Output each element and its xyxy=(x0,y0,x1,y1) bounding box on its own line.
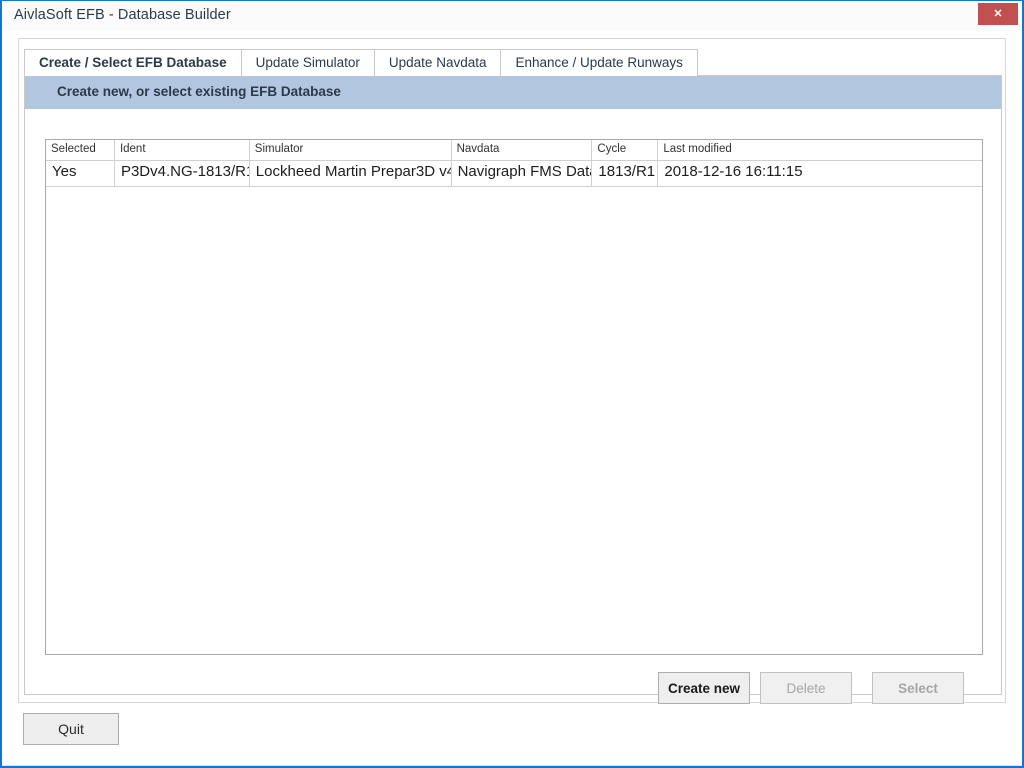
tab-enhance-update-runways[interactable]: Enhance / Update Runways xyxy=(500,49,698,76)
database-list-grid[interactable]: Selected Ident Simulator Navdata Cycle L… xyxy=(45,139,983,655)
tab-update-navdata[interactable]: Update Navdata xyxy=(373,49,502,76)
select-button[interactable]: Select xyxy=(872,672,964,704)
cell-last-modified: 2018-12-16 16:11:15 xyxy=(664,163,803,180)
column-header-ident[interactable]: Ident xyxy=(115,140,250,160)
client-area: Create / Select EFB Database Update Simu… xyxy=(2,31,1022,766)
application-window: AivlaSoft EFB - Database Builder ✕ Creat… xyxy=(0,0,1024,768)
delete-button[interactable]: Delete xyxy=(760,672,852,704)
column-header-simulator[interactable]: Simulator xyxy=(250,140,452,160)
tab-page-create-select: Create new, or select existing EFB Datab… xyxy=(24,75,1002,704)
cell-ident: P3Dv4.NG-1813/R1 xyxy=(115,161,250,186)
table-row[interactable]: Yes P3Dv4.NG-1813/R1 Lockheed Martin Pre… xyxy=(46,161,982,187)
cell-navdata: Navigraph FMS Data xyxy=(452,161,593,186)
tab-create-select-efb-database[interactable]: Create / Select EFB Database xyxy=(24,49,242,76)
column-header-last-modified[interactable]: Last modified xyxy=(658,140,982,160)
title-bar[interactable]: AivlaSoft EFB - Database Builder ✕ xyxy=(2,1,1022,32)
create-new-button[interactable]: Create new xyxy=(658,672,750,704)
close-icon[interactable]: ✕ xyxy=(978,3,1018,25)
column-header-cycle[interactable]: Cycle xyxy=(592,140,659,160)
main-panel: Create / Select EFB Database Update Simu… xyxy=(18,38,1006,704)
page-banner-label: Create new, or select existing EFB Datab… xyxy=(57,84,341,99)
window-title: AivlaSoft EFB - Database Builder xyxy=(14,7,231,23)
tab-update-simulator[interactable]: Update Simulator xyxy=(240,49,375,76)
tab-strip: Create / Select EFB Database Update Simu… xyxy=(24,49,698,76)
cell-selected: Yes xyxy=(46,161,115,186)
cell-simulator: Lockheed Martin Prepar3D v4 xyxy=(250,161,452,186)
bottom-divider xyxy=(2,765,1022,766)
cell-cycle: 1813/R1 xyxy=(592,161,659,186)
grid-header-row: Selected Ident Simulator Navdata Cycle L… xyxy=(46,140,982,161)
page-banner: Create new, or select existing EFB Datab… xyxy=(25,76,1001,109)
quit-button[interactable]: Quit xyxy=(23,713,119,745)
column-header-navdata[interactable]: Navdata xyxy=(452,140,593,160)
column-header-selected[interactable]: Selected xyxy=(46,140,115,160)
